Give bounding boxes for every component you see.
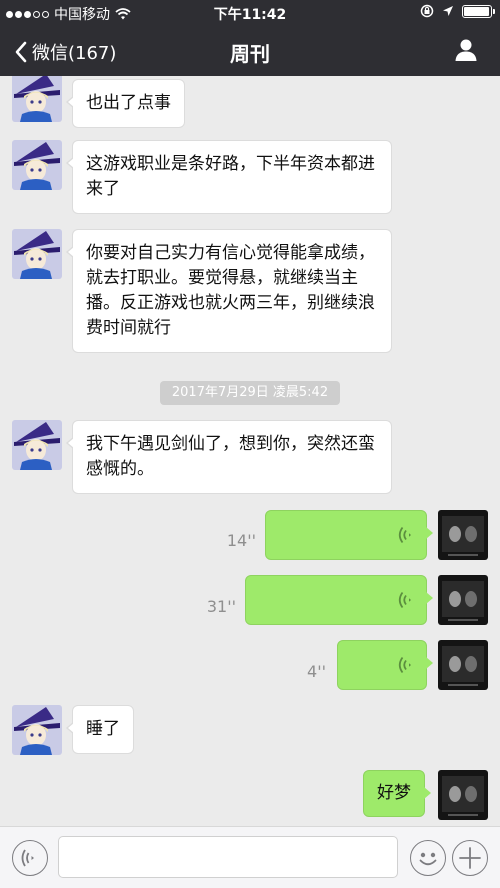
location-arrow-icon (443, 6, 453, 16)
message-input[interactable] (58, 836, 398, 878)
black-white-photo-avatar-icon (438, 575, 488, 625)
black-white-photo-avatar-icon (438, 510, 488, 560)
chat-info-button[interactable] (454, 38, 478, 66)
my-avatar[interactable] (438, 510, 488, 560)
voice-wave-icon (398, 526, 411, 544)
my-avatar[interactable] (438, 770, 488, 820)
message-bubble[interactable]: 睡了 (66, 705, 134, 754)
contact-avatar[interactable] (12, 76, 62, 122)
message-bubble[interactable]: 我下午遇见剑仙了，想到你，突然还蛮感慨的。 (66, 420, 392, 494)
message-bubble[interactable]: 也出了点事 (66, 79, 185, 128)
contact-avatar[interactable] (12, 229, 62, 279)
message-text: 也出了点事 (86, 93, 171, 113)
chat-area[interactable]: 也出了点事 这游戏职业是条好路，下半年资本都进来了 你要对自己实力有信心觉得能拿… (0, 76, 500, 826)
anime-witch-avatar-icon (12, 229, 62, 279)
battery-level (464, 6, 489, 16)
contact-avatar[interactable] (12, 420, 62, 470)
add-more-button[interactable] (452, 840, 488, 876)
plus-icon (459, 847, 481, 869)
black-white-photo-avatar-icon (438, 770, 488, 820)
battery-icon (462, 4, 495, 18)
rotation-lock-icon (420, 4, 434, 18)
voice-input-button[interactable] (12, 840, 48, 876)
my-avatar[interactable] (438, 575, 488, 625)
black-white-photo-avatar-icon (438, 640, 488, 690)
message-text: 这游戏职业是条好路，下半年资本都进来了 (86, 154, 375, 199)
voice-message-bubble[interactable] (337, 640, 433, 690)
contact-avatar[interactable] (12, 140, 62, 190)
contact-avatar[interactable] (12, 705, 62, 755)
input-bar (0, 826, 500, 888)
message-text: 好梦 (377, 783, 411, 803)
navigation-bar: 微信(167) 周刊 (0, 26, 500, 76)
voice-wave-icon (398, 656, 411, 674)
message-text: 你要对自己实力有信心觉得能拿成绩，就去打职业。要觉得悬，就继续当主播。反正游戏也… (86, 243, 375, 338)
person-icon (455, 39, 477, 61)
voice-message-bubble[interactable] (265, 510, 433, 560)
voice-input-icon (21, 849, 34, 867)
emoji-icon (419, 852, 437, 866)
my-avatar[interactable] (438, 640, 488, 690)
emoji-button[interactable] (410, 840, 446, 876)
message-bubble-sent[interactable]: 好梦 (363, 770, 431, 817)
message-bubble[interactable]: 你要对自己实力有信心觉得能拿成绩，就去打职业。要觉得悬，就继续当主播。反正游戏也… (66, 229, 392, 353)
voice-duration: 4'' (307, 662, 326, 681)
voice-duration: 14'' (226, 531, 256, 550)
anime-witch-avatar-icon (12, 705, 62, 755)
message-text: 睡了 (86, 719, 120, 739)
message-bubble[interactable]: 这游戏职业是条好路，下半年资本都进来了 (66, 140, 392, 214)
timestamp-divider: 2017年7月29日 凌晨5:42 (160, 381, 340, 405)
voice-message-bubble[interactable] (245, 575, 433, 625)
anime-witch-avatar-icon (12, 140, 62, 190)
anime-witch-avatar-icon (12, 76, 62, 122)
voice-duration: 31'' (206, 597, 236, 616)
status-right (420, 4, 495, 18)
status-bar: 中国移动 下午11:42 (0, 0, 500, 26)
voice-wave-icon (398, 591, 411, 609)
message-text: 我下午遇见剑仙了，想到你，突然还蛮感慨的。 (86, 434, 375, 479)
chat-title: 周刊 (230, 42, 270, 66)
anime-witch-avatar-icon (12, 420, 62, 470)
